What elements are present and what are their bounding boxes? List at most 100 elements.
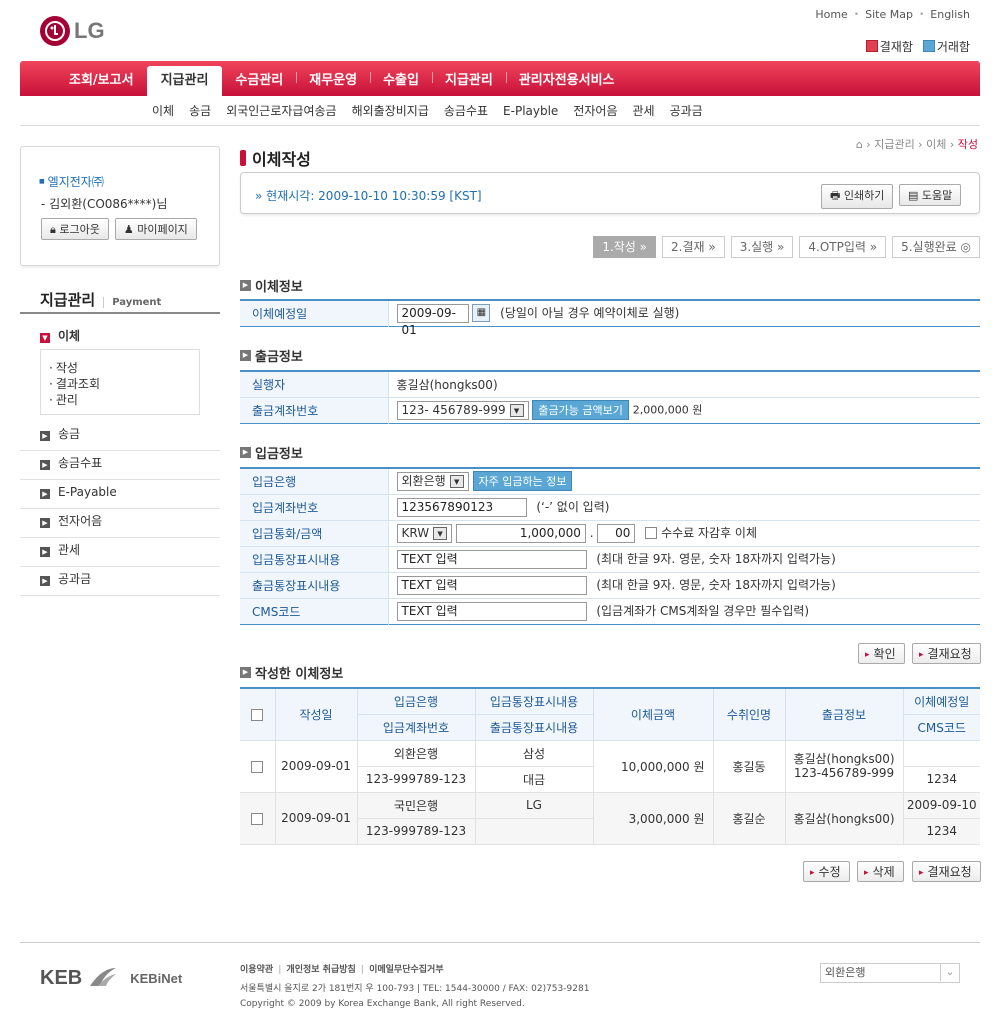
approval-request-button[interactable]: 결재요청 (912, 643, 981, 664)
family-site-select[interactable]: 외환은행 (820, 963, 960, 983)
bank-value: 외환은행 (401, 473, 446, 488)
subnav-utility[interactable]: 공과금 (670, 102, 703, 119)
in-memo-input[interactable]: TEXT 입력 (396, 549, 587, 569)
cms-label: CMS코드 (240, 598, 389, 624)
english-link[interactable]: English (930, 8, 970, 21)
subnav-customs[interactable]: 관세 (633, 102, 655, 119)
approval-box-link[interactable]: 결재함 (865, 38, 913, 55)
step-label: 2.결재 (671, 240, 705, 254)
subnav-foreign-worker[interactable]: 외국인근로자급여송금 (226, 102, 336, 119)
nav-report[interactable]: 조회/보고서 (56, 69, 147, 88)
section-icon: ▶ (240, 280, 251, 291)
nav-finance[interactable]: 재무운영 (296, 69, 370, 88)
lg-logo[interactable]: LG (40, 16, 105, 46)
subnav-remit[interactable]: 송금 (189, 102, 211, 119)
breadcrumb-item[interactable]: 지급관리 (874, 138, 914, 151)
current-time: » 현재시각: 2009-10-10 10:30:59 [KST] (255, 189, 482, 203)
privacy-link[interactable]: 개인정보 취급방침 (273, 965, 356, 975)
left-menu-check[interactable]: ▶ 송금수표 (20, 451, 220, 480)
approval-request-button-2[interactable]: 결재요청 (912, 861, 981, 882)
mypage-button[interactable]: ♟︎ 마이페이지 (114, 218, 197, 240)
nav-admin[interactable]: 관리자전용서비스 (505, 69, 628, 88)
currency-select[interactable]: KRW ▼ (396, 523, 453, 543)
left-menu-customs[interactable]: ▶ 관세 (20, 538, 220, 567)
logout-button[interactable]: 🔒︎ 로그아웃 (41, 218, 109, 240)
company-name: 엘지전자㈜ (39, 173, 104, 190)
breadcrumb-item[interactable]: 이체 (926, 138, 946, 151)
row-checkbox[interactable] (251, 760, 264, 773)
submenu-manage[interactable]: 관리 (49, 392, 199, 408)
nav-collection[interactable]: 수금관리 (222, 69, 296, 88)
confirm-button[interactable]: 확인 (858, 643, 905, 664)
delete-button[interactable]: 삭제 (857, 861, 904, 882)
home-link[interactable]: Home (815, 8, 847, 21)
cms-input[interactable]: TEXT 입력 (396, 601, 587, 621)
row-checkbox[interactable] (251, 812, 264, 825)
table-row: 2009-09-01 국민은행 LG 3,000,000 원 홍길순 홍길삼(h… (240, 791, 980, 845)
step-label: 5.실행완료 (901, 240, 957, 254)
amount-decimal-input[interactable]: 00 (597, 523, 636, 543)
footer-divider (20, 942, 980, 943)
deposit-account-input[interactable]: 123567890123 (396, 497, 527, 517)
in-memo-label: 입금통장표시내용 (240, 546, 389, 573)
section-title: 입금정보 (255, 447, 303, 462)
step-label: 1.작성 (602, 240, 636, 254)
amount-input[interactable]: 1,000,000 (455, 523, 586, 543)
out-memo-note: (최대 한글 9자. 영문, 숫자 18자까지 입력가능) (596, 577, 836, 592)
out-memo-input[interactable]: TEXT 입력 (396, 575, 587, 595)
left-menu-ebill[interactable]: ▶ 전자어음 (20, 509, 220, 538)
print-label: 인쇄하기 (843, 189, 885, 202)
calendar-icon[interactable]: ▦ (472, 304, 491, 323)
bank-label: 입금은행 (240, 468, 389, 495)
left-menu-epayable[interactable]: ▶ E-Payable (20, 480, 220, 509)
cell-cms: 1234 (902, 765, 980, 793)
nav-export-import[interactable]: 수출입 (370, 69, 432, 88)
expand-icon: ▶ (40, 518, 50, 528)
edit-button[interactable]: 수정 (803, 861, 850, 882)
subnav-eplayble[interactable]: E-Playble (503, 104, 558, 118)
subnav-check[interactable]: 송금수표 (444, 102, 488, 119)
lg-logo-mark (40, 16, 70, 46)
submenu-write[interactable]: 작성 (49, 360, 199, 376)
terms-link[interactable]: 이용약관 (240, 965, 273, 975)
help-button[interactable]: ▤ 도움말 (899, 184, 962, 206)
home-icon[interactable]: ⌂ (856, 138, 863, 151)
logo-text: LG (74, 18, 105, 43)
step-label: 4.OTP입력 (808, 240, 866, 254)
subnav-travel[interactable]: 해외출장비지급 (352, 102, 429, 119)
left-subtitle: Payment (103, 297, 162, 308)
left-menu-utility[interactable]: ▶ 공과금 (20, 567, 220, 596)
nav-payment[interactable]: 지급관리 (146, 66, 223, 96)
print-button[interactable]: 🖶︎ 인쇄하기 (821, 184, 894, 209)
cell-date: 2009-09-01 (274, 739, 358, 793)
balance-button[interactable]: 출금가능 금액보기 (532, 400, 629, 420)
user-name: - 김외환(CO086****)님 (41, 197, 168, 211)
sitemap-link[interactable]: Site Map (865, 8, 913, 21)
submenu-result[interactable]: 결과조회 (49, 376, 199, 392)
subnav-ebill[interactable]: 전자어음 (573, 102, 617, 119)
cell-memo1: 삼성 (474, 739, 594, 767)
step-1: 1.작성 » (593, 236, 656, 258)
date-input[interactable]: 2009-09-01 (396, 303, 469, 337)
bank-select[interactable]: 외환은행 ▼ (396, 471, 469, 491)
chevron-down-icon: ▼ (433, 526, 448, 540)
select-all-checkbox[interactable] (251, 708, 264, 721)
subnav-transfer[interactable]: 이체 (152, 102, 174, 119)
fee-checkbox[interactable] (645, 527, 658, 539)
left-menu-label: E-Payable (58, 485, 117, 499)
left-menu-remit[interactable]: ▶ 송금 (20, 422, 220, 451)
page-title-text: 이체작성 (252, 150, 311, 169)
section-title: 출금정보 (255, 350, 303, 365)
frequent-info-button[interactable]: 자주 입금하는 정보 (472, 471, 573, 492)
nav-payment-2[interactable]: 지급관리 (431, 69, 506, 88)
transaction-box-link[interactable]: 거래함 (922, 38, 970, 55)
left-submenu: 작성 결과조회 관리 (40, 349, 200, 415)
cell-amount: 3,000,000 원 (592, 791, 714, 845)
left-menu-label: 공과금 (58, 572, 92, 586)
withdraw-account-select[interactable]: 123- 456789-999 ▼ (396, 400, 529, 420)
cell-withdraw: 홍길삼(hongks00) (784, 791, 904, 845)
email-policy-link[interactable]: 이메일무단수집거부 (356, 965, 444, 975)
sub-nav: 이체 송금 외국인근로자급여송금 해외출장비지급 송금수표 E-Playble … (20, 96, 980, 126)
currency-label: 입금통화/금액 (240, 520, 389, 547)
balance-value: 2,000,000 원 (632, 403, 703, 417)
